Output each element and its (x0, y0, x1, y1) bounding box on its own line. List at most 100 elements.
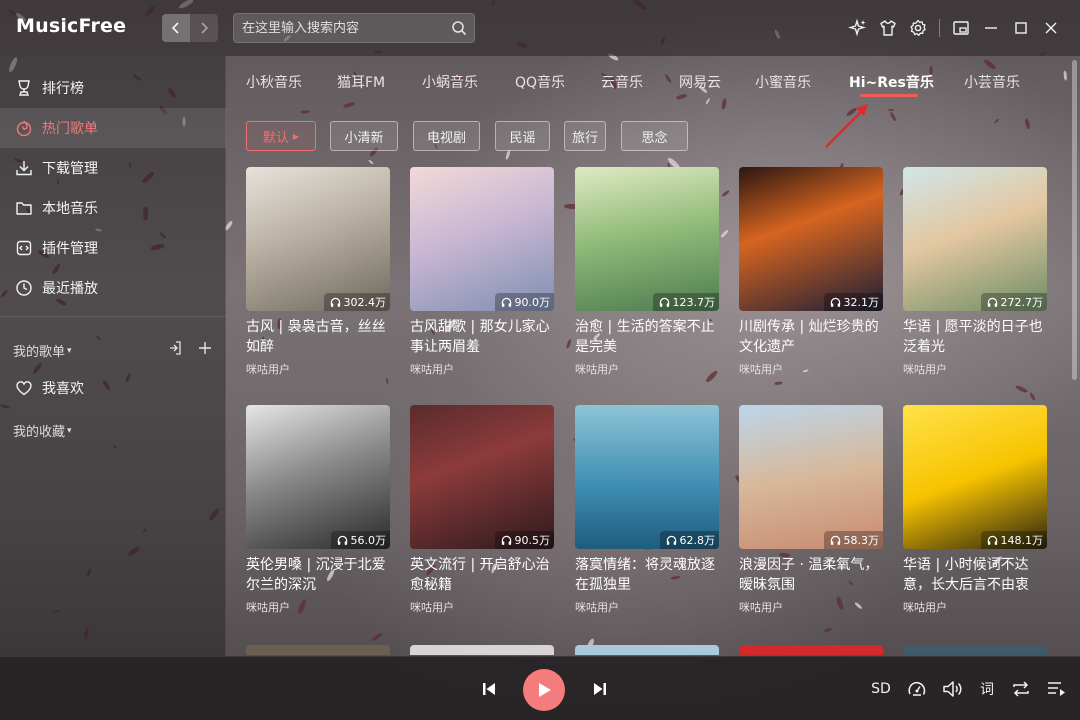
sidebar-item-hot-playlists[interactable]: 热门歌单 (0, 108, 226, 148)
folder-icon (14, 198, 34, 218)
gear-icon[interactable] (903, 16, 933, 40)
my-playlists-header[interactable]: 我的歌单 ▾ (13, 341, 72, 360)
volume-icon[interactable] (940, 677, 964, 701)
play-button[interactable] (523, 669, 565, 711)
playlist-title[interactable]: 川剧传承 | 灿烂珍贵的文化遗产 (739, 317, 883, 357)
playlist-cover[interactable] (575, 645, 719, 655)
sidebar-item-recent[interactable]: 最近播放 (0, 268, 226, 308)
repeat-mode-icon[interactable] (1009, 677, 1033, 701)
my-playlists-label: 我的歌单 (13, 345, 66, 360)
tag-fresh[interactable]: 小清新 (330, 121, 398, 151)
playlist-card[interactable]: 90.0万古风甜歌 | 那女儿家心事让两眉羞咪咕用户 (410, 167, 554, 377)
tab-xiaoqiu[interactable]: 小秋音乐 (246, 72, 302, 92)
next-track-button[interactable] (586, 675, 614, 703)
my-collection-header[interactable]: 我的收藏 ▾ (13, 421, 72, 440)
playlist-title[interactable]: 华语 | 愿平淡的日子也泛着光 (903, 317, 1047, 357)
my-collection-label: 我的收藏 (13, 425, 66, 440)
playlist-cover[interactable] (903, 645, 1047, 655)
playlist-card[interactable]: 90.5万 英文流行 | 开启舒心治愈秘籍 咪咕用户 (410, 405, 554, 615)
divider (0, 316, 226, 317)
sidebar-item-plugins[interactable]: 插件管理 (0, 228, 226, 268)
playlist-card[interactable]: 58.3万 浪漫因子 · 温柔氧气，暧昧氛围 咪咕用户 (739, 405, 883, 615)
playlist-cover[interactable]: 56.0万 (246, 405, 390, 549)
sparkle-icon[interactable] (843, 16, 873, 40)
tag-missing[interactable]: 思念 (621, 121, 688, 151)
caret-down-icon: ▾ (67, 345, 72, 356)
import-icon[interactable] (167, 340, 183, 360)
playlist-title[interactable]: 英伦男嗓 | 沉浸于北爱尔兰的深沉 (246, 555, 390, 595)
mini-mode-icon[interactable] (946, 16, 976, 40)
sidebar-item-charts[interactable]: 排行榜 (0, 68, 226, 108)
lyrics-button[interactable]: 词 (976, 677, 998, 701)
petal-decoration (342, 101, 356, 109)
add-playlist-icon[interactable] (197, 340, 213, 360)
tab-netease[interactable]: 网易云 (679, 72, 721, 92)
tag-default[interactable]: 默认 ▶ (246, 121, 316, 151)
sidebar-item-favorites[interactable]: 我喜欢 (0, 368, 226, 408)
playlist-cover[interactable]: 58.3万 (739, 405, 883, 549)
playlist-cover[interactable]: 32.1万 (739, 167, 883, 311)
playlist-cover[interactable] (410, 645, 554, 655)
tab-xiaomi[interactable]: 小蜜音乐 (755, 72, 811, 92)
playlist-card[interactable]: 56.0万 英伦男嗓 | 沉浸于北爱尔兰的深沉 咪咕用户 (246, 405, 390, 615)
close-icon[interactable] (1036, 16, 1066, 40)
playlist-title[interactable]: 治愈 | 生活的答案不止是完美 (575, 317, 719, 357)
play-count-value: 58.3万 (843, 534, 880, 547)
playlist-cover[interactable]: 62.8万 (575, 405, 719, 549)
previous-track-button[interactable] (475, 675, 503, 703)
playlist-card[interactable]: 148.1万 华语 | 小时候词不达意，长大后言不由衷 咪咕用户 (903, 405, 1047, 615)
quality-toggle[interactable]: SD (870, 677, 892, 701)
tag-folk[interactable]: 民谣 (495, 121, 550, 151)
triangle-right-icon: ▶ (292, 131, 300, 141)
playlist-cover[interactable]: 123.7万 (575, 167, 719, 311)
tab-xiaoyun[interactable]: 小芸音乐 (964, 72, 1020, 92)
sidebar-item-downloads[interactable]: 下载管理 (0, 148, 226, 188)
player-bar: SD 词 (0, 656, 1080, 720)
petal-decoration (675, 93, 688, 101)
search-icon[interactable] (444, 20, 474, 36)
minimize-icon[interactable] (976, 16, 1006, 40)
tag-travel[interactable]: 旅行 (564, 121, 606, 151)
search-input[interactable] (234, 14, 444, 42)
back-button[interactable] (162, 14, 190, 42)
playlist-cover[interactable]: 148.1万 (903, 405, 1047, 549)
forward-button[interactable] (190, 14, 218, 42)
scrollbar[interactable] (1072, 60, 1077, 380)
playlist-card[interactable]: 32.1万 川剧传承 | 灿烂珍贵的文化遗产 咪咕用户 (739, 167, 883, 377)
playlist-title[interactable]: 古风甜歌 | 那女儿家心事让两眉羞 (410, 317, 554, 357)
tab-hi-res[interactable]: Hi~Res音乐 (849, 72, 934, 92)
tab-yun-music[interactable]: 云音乐 (601, 72, 643, 92)
petal-decoration (704, 97, 711, 105)
playlist-card[interactable]: 302.4万 古风 | 袅袅古音，丝丝如醉 咪咕用户 (246, 167, 390, 377)
playlist-card[interactable]: 123.7万 治愈 | 生活的答案不止是完美 咪咕用户 (575, 167, 719, 377)
playlist-cover[interactable]: 272.7万 (903, 167, 1047, 311)
playlist-card[interactable]: 272.7万 华语 | 愿平淡的日子也泛着光 咪咕用户 (903, 167, 1047, 377)
playlist-queue-icon[interactable] (1044, 677, 1068, 701)
tab-maoer-fm[interactable]: 猫耳FM (337, 72, 385, 92)
petal-decoration (823, 627, 833, 633)
tab-qq-music[interactable]: QQ音乐 (515, 72, 565, 92)
playlist-author: 咪咕用户 (410, 363, 454, 376)
playlist-title[interactable]: 浪漫因子 · 温柔氧气，暧昧氛围 (739, 555, 883, 595)
tab-xiaowo[interactable]: 小蜗音乐 (422, 72, 478, 92)
playlist-title[interactable]: 古风 | 袅袅古音，丝丝如醉 (246, 317, 390, 357)
petal-decoration (299, 109, 311, 114)
playlist-cover[interactable]: 90.5万 (410, 405, 554, 549)
playlist-cover[interactable] (739, 645, 883, 655)
tag-tv-drama[interactable]: 电视剧 (413, 121, 480, 151)
playlist-cover[interactable]: 90.0万 (410, 167, 554, 311)
playlist-cover[interactable] (246, 645, 390, 655)
theme-shirt-icon[interactable] (873, 16, 903, 40)
playlist-title[interactable]: 英文流行 | 开启舒心治愈秘籍 (410, 555, 554, 595)
maximize-icon[interactable] (1006, 16, 1036, 40)
playlist-card[interactable]: 62.8万 落寞情绪：将灵魂放逐在孤独里 咪咕用户 (575, 405, 719, 615)
playlist-title[interactable]: 落寞情绪：将灵魂放逐在孤独里 (575, 555, 719, 595)
speed-dial-icon[interactable] (905, 677, 929, 701)
playlist-title[interactable]: 华语 | 小时候词不达意，长大后言不由衷 (903, 555, 1047, 595)
petal-decoration (721, 98, 727, 110)
play-count-value: 32.1万 (843, 296, 880, 309)
play-count: 148.1万 (980, 531, 1047, 549)
caret-down-icon: ▾ (67, 425, 72, 436)
playlist-cover[interactable]: 302.4万 (246, 167, 390, 311)
sidebar-item-local-music[interactable]: 本地音乐 (0, 188, 226, 228)
